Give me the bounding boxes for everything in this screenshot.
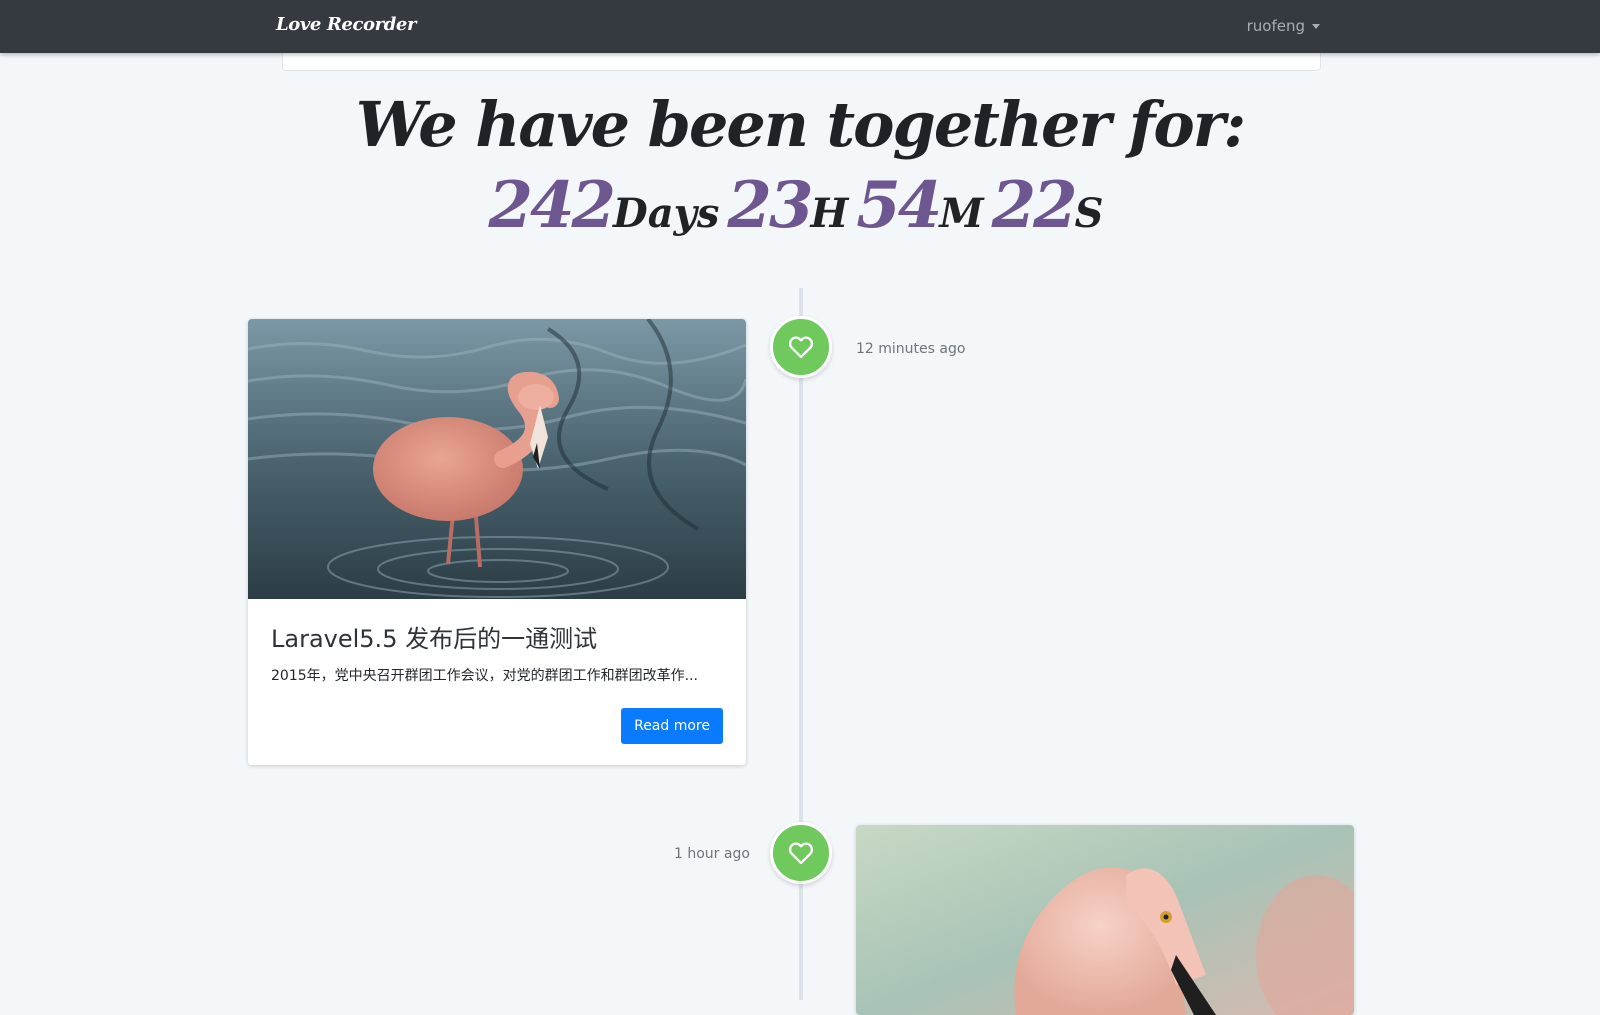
days-unit: Days: [613, 190, 720, 237]
timeline-line: [799, 288, 803, 1000]
seconds-value: 22: [991, 168, 1078, 243]
heart-icon: [788, 336, 814, 359]
brand-logo[interactable]: Love Recorder: [276, 14, 416, 35]
minutes-unit: M: [939, 190, 984, 237]
post-card: Laravel5.5 发布后的一通测试 2015年，党中央召开群团工作会议，对党…: [248, 319, 746, 765]
user-name: ruofeng: [1246, 17, 1305, 35]
together-counter: 242Days 23H 54M 22S: [0, 168, 1600, 243]
top-panel: [282, 53, 1321, 71]
timeline-badge: [770, 316, 832, 378]
read-more-button[interactable]: Read more: [621, 708, 723, 744]
caret-down-icon: [1312, 23, 1320, 29]
post-title[interactable]: Laravel5.5 发布后的一通测试: [271, 619, 597, 654]
user-dropdown[interactable]: ruofeng: [1247, 17, 1320, 35]
minutes-value: 54: [856, 168, 942, 243]
flamingo-image: [856, 825, 1354, 1015]
timeline-badge: [770, 822, 832, 884]
hours-value: 23: [727, 168, 813, 243]
seconds-unit: S: [1074, 190, 1104, 237]
navbar: Love Recorder ruofeng: [0, 0, 1600, 53]
post-card: [856, 825, 1354, 1015]
heart-icon: [788, 842, 814, 865]
page-headline: We have been together for:: [355, 88, 1247, 161]
days-value: 242: [488, 168, 616, 243]
post-excerpt: 2015年，党中央召开群团工作会议，对党的群团工作和群团改革作...: [271, 668, 698, 684]
hours-unit: H: [810, 190, 849, 237]
flamingo-image: [248, 319, 746, 599]
timeline-time: 1 hour ago: [674, 846, 750, 862]
timeline-time: 12 minutes ago: [856, 341, 966, 357]
